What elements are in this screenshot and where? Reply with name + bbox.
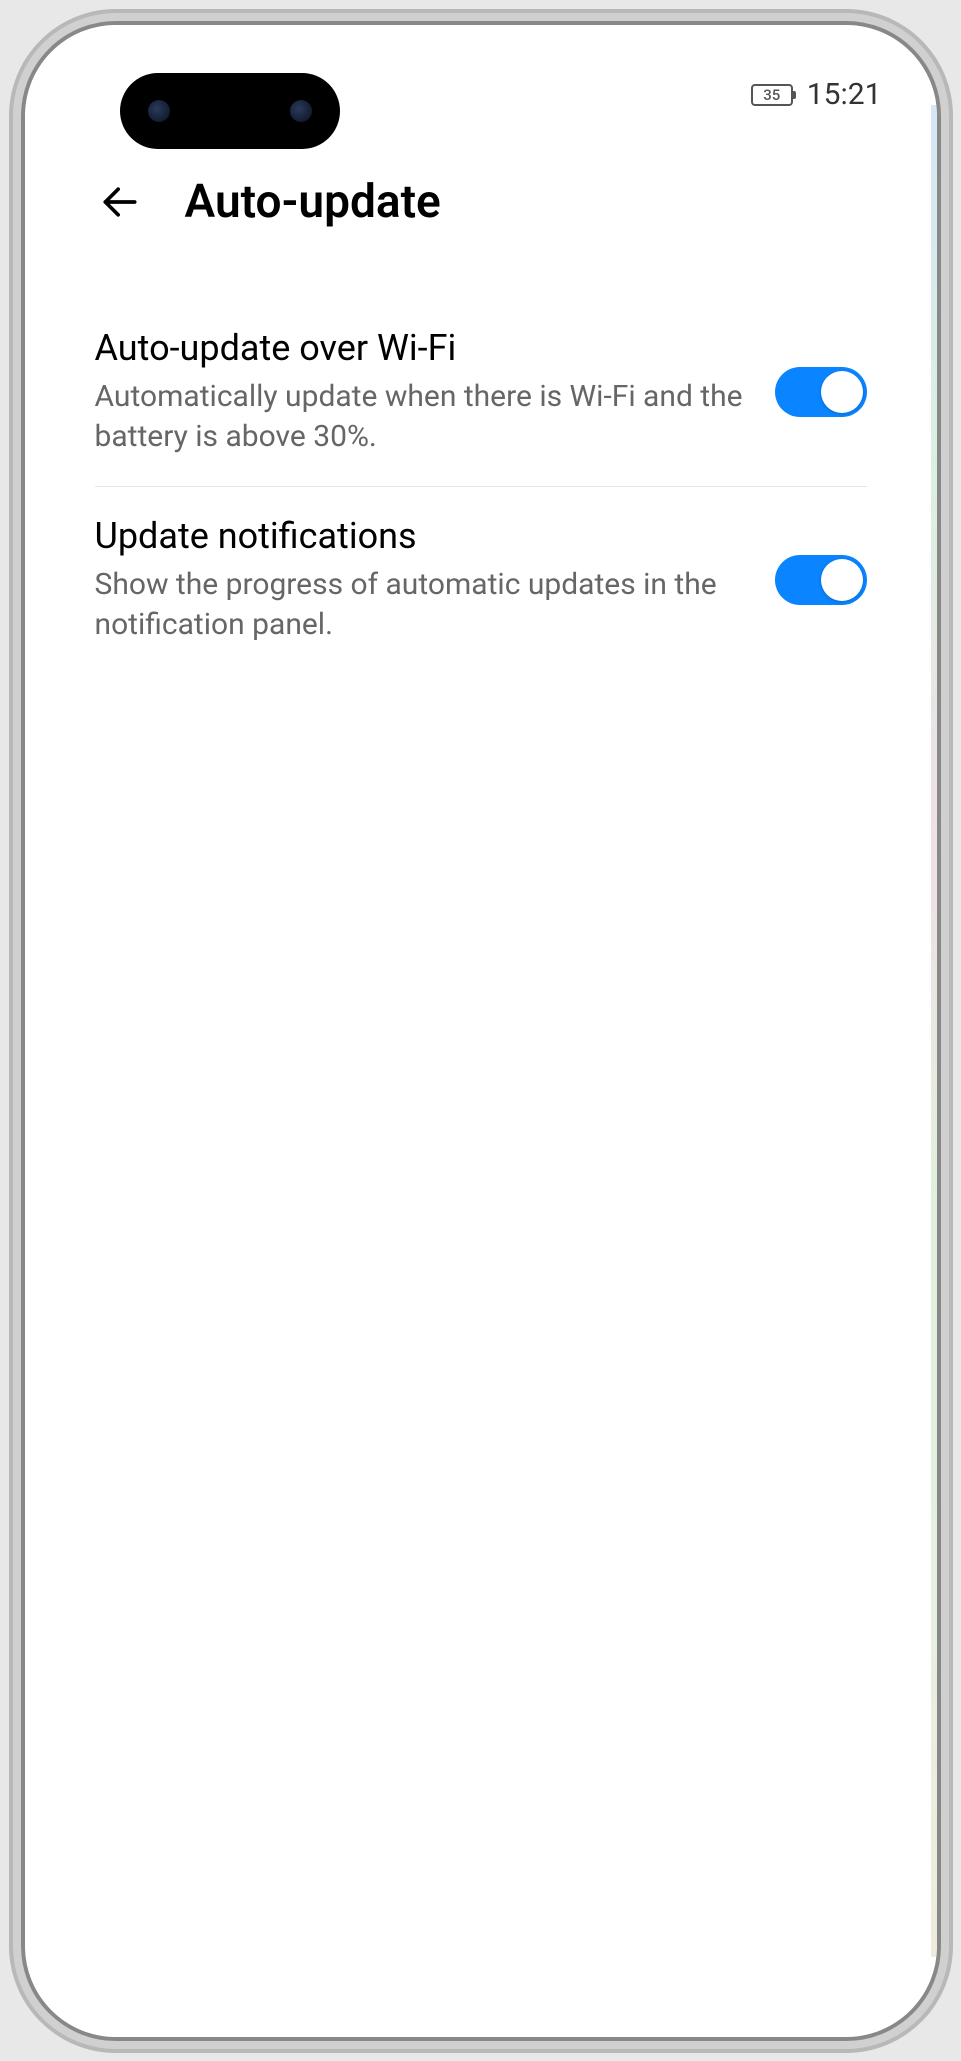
setting-description: Show the progress of automatic updates i…	[95, 565, 745, 646]
battery-icon: 35	[751, 84, 793, 106]
setting-update-notifications[interactable]: Update notifications Show the progress o…	[95, 487, 867, 674]
setting-title: Auto-update over Wi-Fi	[95, 327, 745, 369]
clock-time: 15:21	[807, 77, 882, 112]
settings-list: Auto-update over Wi-Fi Automatically upd…	[25, 259, 937, 674]
setting-text-block: Update notifications Show the progress o…	[95, 515, 745, 646]
edge-gradient	[931, 105, 937, 1957]
phone-frame: 35 15:21 Auto-update Auto-update over Wi…	[21, 21, 941, 2041]
page-title: Auto-update	[185, 175, 441, 229]
back-button[interactable]	[95, 177, 145, 227]
toggle-update-notifications[interactable]	[775, 555, 867, 605]
setting-text-block: Auto-update over Wi-Fi Automatically upd…	[95, 327, 745, 458]
battery-level: 35	[763, 86, 780, 104]
camera-cutout	[120, 73, 340, 149]
camera-lens-left	[148, 100, 170, 122]
camera-lens-right	[290, 100, 312, 122]
back-arrow-icon	[98, 180, 142, 224]
setting-description: Automatically update when there is Wi-Fi…	[95, 377, 745, 458]
setting-auto-update-wifi[interactable]: Auto-update over Wi-Fi Automatically upd…	[95, 299, 867, 487]
screen: 35 15:21 Auto-update Auto-update over Wi…	[25, 25, 937, 2037]
battery-indicator: 35	[751, 84, 793, 106]
toggle-auto-update-wifi[interactable]	[775, 367, 867, 417]
setting-title: Update notifications	[95, 515, 745, 557]
